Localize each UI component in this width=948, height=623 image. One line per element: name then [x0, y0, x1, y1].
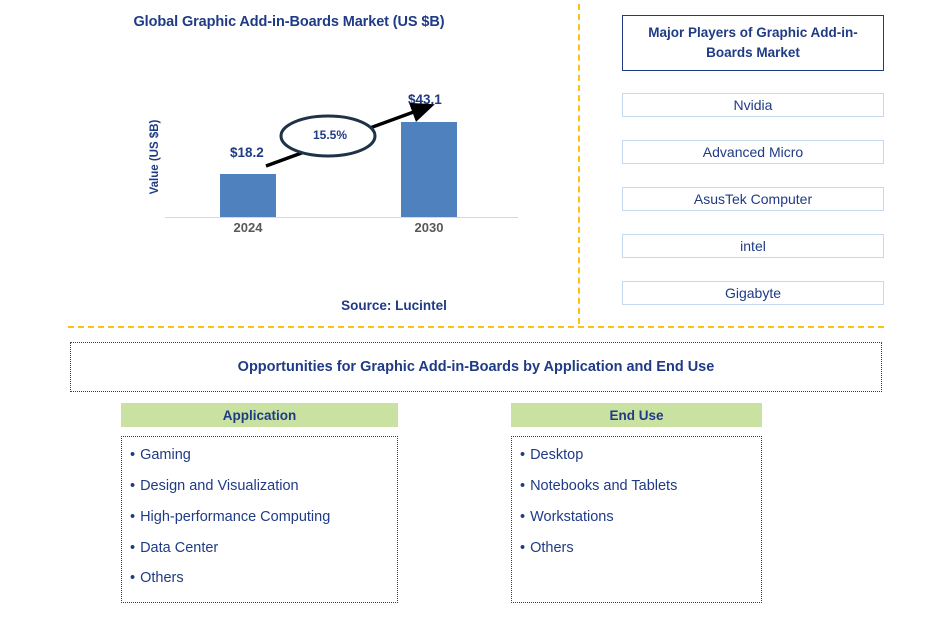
list-item-label: High-performance Computing	[140, 508, 331, 525]
list-item-label: Notebooks and Tablets	[530, 477, 678, 494]
x-tick-2030: 2030	[414, 220, 444, 235]
player-row[interactable]: Advanced Micro	[622, 140, 884, 164]
opportunities-banner: Opportunities for Graphic Add-in-Boards …	[70, 342, 882, 392]
player-name: intel	[740, 238, 766, 254]
player-row[interactable]: AsusTek Computer	[622, 187, 884, 211]
bullet-icon: •	[520, 539, 526, 556]
vertical-divider	[578, 4, 580, 324]
bullet-icon: •	[130, 539, 136, 556]
player-row[interactable]: Nvidia	[622, 93, 884, 117]
list-item: • Others	[130, 569, 397, 588]
player-row[interactable]: Gigabyte	[622, 281, 884, 305]
bullet-icon: •	[520, 508, 526, 525]
application-column-header-label: Application	[222, 407, 297, 423]
infographic-page: Global Graphic Add-in-Boards Market (US …	[0, 0, 948, 623]
list-item-label: Workstations	[530, 508, 614, 525]
bullet-icon: •	[130, 477, 136, 494]
end-use-column: End Use • Desktop • Notebooks and Tablets …	[511, 403, 762, 603]
list-item: • Others	[520, 539, 761, 558]
player-name: AsusTek Computer	[693, 191, 813, 207]
list-item-label: Gaming	[140, 447, 191, 463]
list-item: • Design and Visualization	[130, 477, 397, 496]
player-row[interactable]: intel	[622, 234, 884, 258]
chart-source: Source: Lucintel	[341, 298, 447, 313]
chart-title: Global Graphic Add-in-Boards Market (US …	[133, 14, 445, 30]
list-item: • Gaming	[130, 446, 397, 465]
bullet-icon: •	[130, 570, 136, 587]
list-item-label: Others	[530, 539, 574, 556]
list-item: • Workstations	[520, 508, 761, 527]
list-item: • Desktop	[520, 446, 761, 465]
opportunities-banner-label: Opportunities for Graphic Add-in-Boards …	[237, 359, 715, 375]
horizontal-divider	[68, 326, 884, 328]
list-item-label: Others	[140, 570, 184, 587]
application-column: Application • Gaming • Design and Visualiz…	[121, 403, 398, 603]
major-players-header-label: Major Players of Graphic Add-in-Boards M…	[648, 25, 858, 60]
cagr-arrow-graphic	[265, 102, 435, 168]
x-tick-2024: 2024	[233, 220, 263, 235]
cagr-label: 15.5%	[312, 128, 348, 142]
list-item: • Notebooks and Tablets	[520, 477, 761, 496]
major-players-header: Major Players of Graphic Add-in-Boards M…	[622, 15, 884, 71]
list-item: • Data Center	[130, 539, 397, 558]
player-name: Advanced Micro	[702, 144, 804, 160]
x-axis-tick-labels: 2024 2030	[158, 220, 518, 240]
end-use-column-header-label: End Use	[609, 407, 664, 423]
market-chart-panel: Global Graphic Add-in-Boards Market (US …	[0, 0, 578, 326]
bullet-icon: •	[520, 447, 526, 463]
player-name: Nvidia	[733, 97, 773, 113]
end-use-list: • Desktop • Notebooks and Tablets • Worksta…	[511, 436, 762, 603]
list-item: • High-performance Computing	[130, 508, 397, 527]
bullet-icon: •	[520, 477, 526, 494]
bullet-icon: •	[130, 447, 136, 463]
bullet-icon: •	[130, 508, 136, 525]
list-item-label: Design and Visualization	[140, 477, 299, 494]
list-item-label: Data Center	[140, 539, 219, 556]
list-item-label: Desktop	[530, 447, 584, 463]
end-use-column-header: End Use	[511, 403, 762, 427]
application-column-header: Application	[121, 403, 398, 427]
application-list: • Gaming • Design and Visualization • High-…	[121, 436, 398, 603]
major-players-panel: Major Players of Graphic Add-in-Boards M…	[596, 0, 936, 326]
player-name: Gigabyte	[724, 285, 782, 301]
